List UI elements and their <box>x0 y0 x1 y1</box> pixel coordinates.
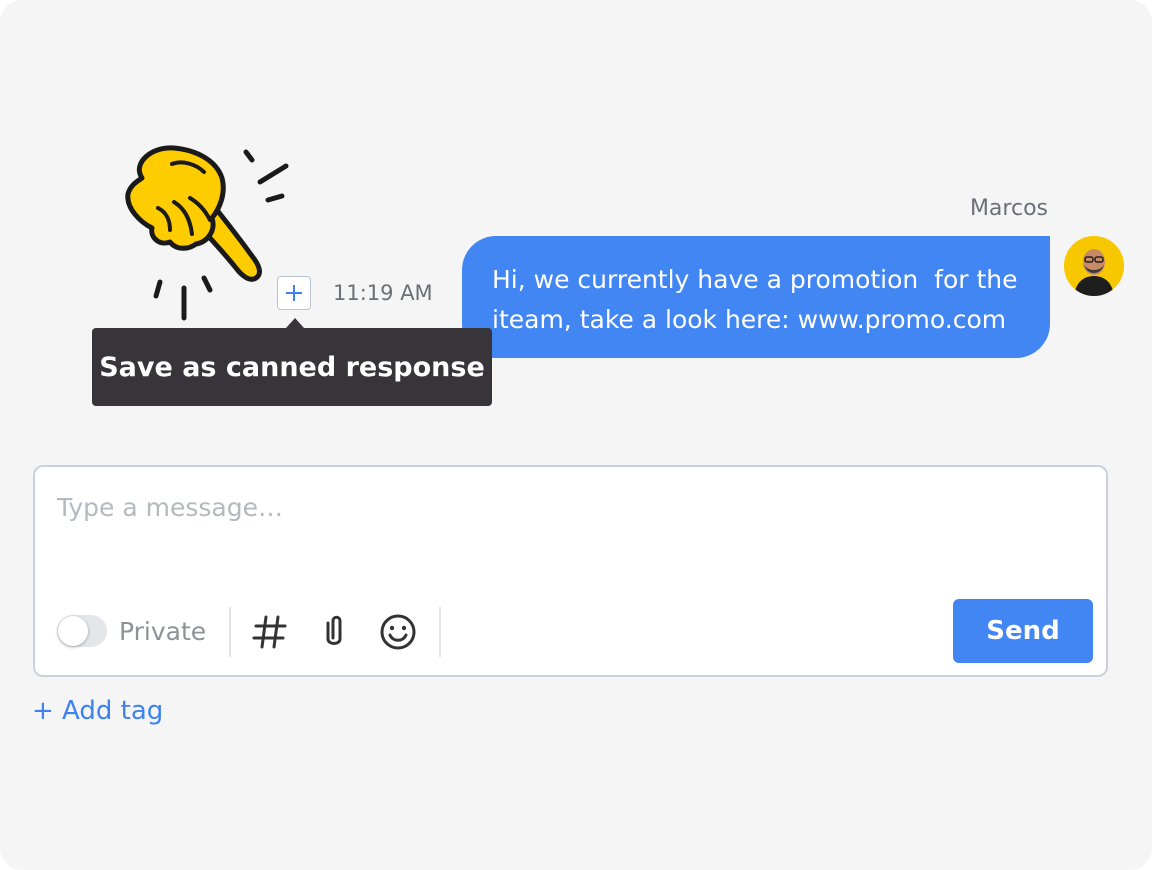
plus-icon <box>286 285 302 301</box>
hashtag-icon[interactable] <box>249 611 291 653</box>
sender-name: Marcos <box>969 196 1048 221</box>
tooltip: Save as canned response <box>92 328 492 406</box>
toggle-knob <box>58 616 88 646</box>
avatar <box>1064 236 1124 296</box>
message-line-1: Hi, we currently have a promotion for th… <box>492 265 1018 294</box>
message-timestamp: 11:19 AM <box>333 281 433 305</box>
pointing-hand-icon <box>125 145 289 321</box>
private-label: Private <box>119 617 207 646</box>
tooltip-arrow <box>286 318 304 328</box>
toolbar-divider <box>439 607 441 657</box>
private-toggle[interactable] <box>57 615 107 647</box>
paperclip-icon[interactable] <box>313 611 355 653</box>
chat-panel: Marcos Hi, we currently have a promotion… <box>0 0 1152 870</box>
message-bubble: Hi, we currently have a promotion for th… <box>462 236 1050 358</box>
message-input[interactable] <box>57 487 1057 527</box>
tooltip-text: Save as canned response <box>99 351 485 383</box>
message-composer: Private Send <box>33 465 1108 677</box>
toolbar-divider <box>229 607 231 657</box>
send-button[interactable]: Send <box>953 599 1093 663</box>
person-avatar-icon <box>1064 236 1124 296</box>
add-tag-link[interactable]: + Add tag <box>32 696 163 726</box>
save-canned-response-button[interactable] <box>277 276 311 310</box>
message-line-2: iteam, take a look here: www.promo.com <box>492 305 1007 334</box>
smiley-icon[interactable] <box>377 611 419 653</box>
